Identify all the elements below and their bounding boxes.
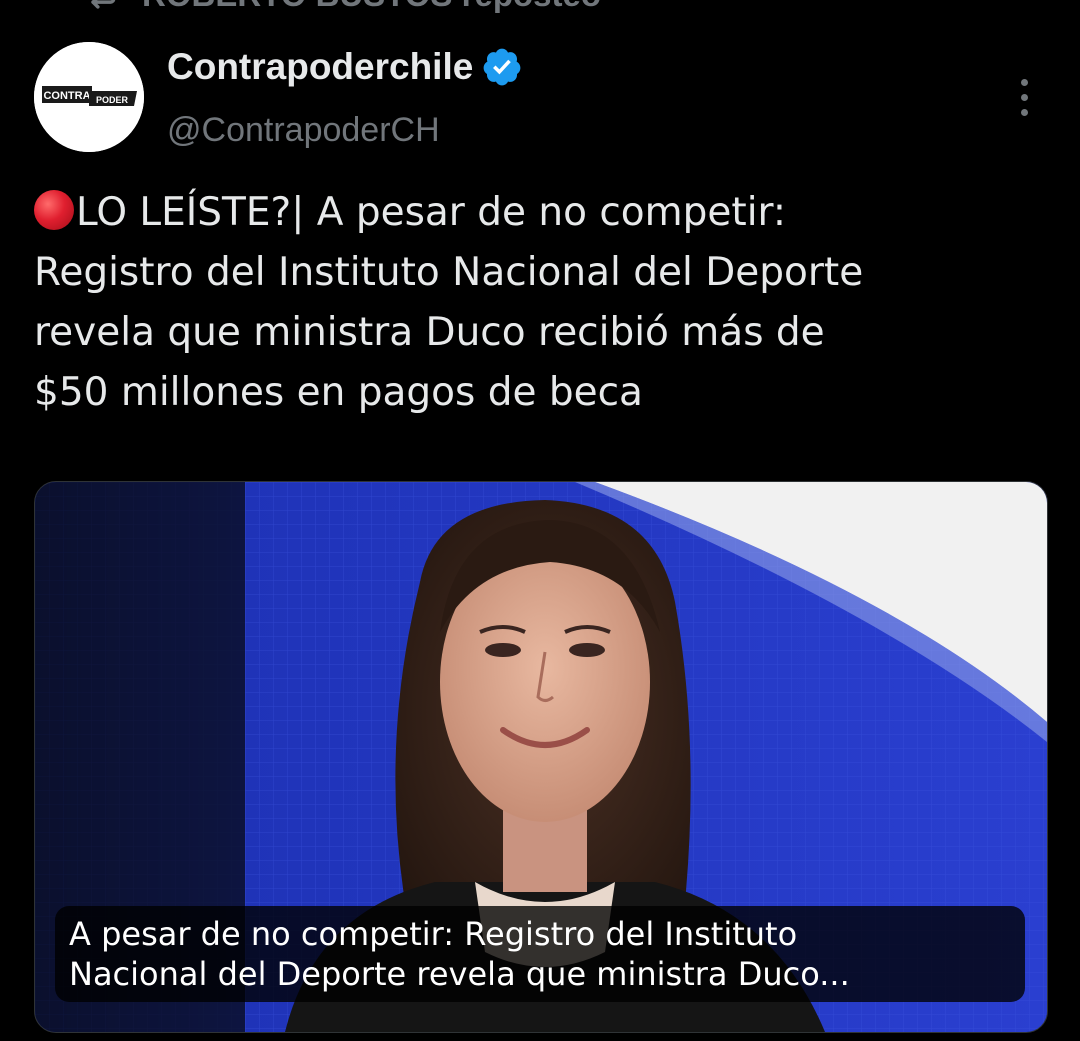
dot xyxy=(1020,78,1028,86)
tweet-line-2: Registro del Instituto Nacional del Depo… xyxy=(34,250,864,295)
logo-word-contra: CONTRA xyxy=(43,90,90,102)
card-caption-line-2: Nacional del Deporte revela que ministra… xyxy=(69,955,850,993)
card-caption[interactable]: A pesar de no competir: Registro del Ins… xyxy=(55,906,1025,1002)
repost-label: ROBERTO BUSTOS reposteó xyxy=(142,0,601,14)
repost-header[interactable]: ROBERTO BUSTOS reposteó xyxy=(82,0,601,14)
author-handle[interactable]: @ContrapoderCH xyxy=(167,111,440,150)
author-name-row[interactable]: Contrapoderchile xyxy=(167,46,523,88)
tweet-line-3: revela que ministra Duco recibió más de xyxy=(34,310,825,355)
avatar[interactable]: CONTRA PODER xyxy=(34,42,144,152)
dot xyxy=(1020,93,1028,101)
tweet-line-4: $50 millones en pagos de beca xyxy=(34,370,643,415)
dot xyxy=(1020,108,1028,116)
repost-icon xyxy=(82,0,120,18)
link-card[interactable]: A pesar de no competir: Registro del Ins… xyxy=(34,481,1048,1033)
logo-word-poder: PODER xyxy=(96,95,129,105)
tweet-line-1: LO LEÍSTE?| A pesar de no competir: xyxy=(34,183,1044,243)
red-circle-icon xyxy=(34,190,74,230)
verified-badge-icon[interactable] xyxy=(481,46,523,88)
card-caption-line-1: A pesar de no competir: Registro del Ins… xyxy=(69,915,798,953)
more-options-button[interactable] xyxy=(1004,72,1044,122)
author-display-name[interactable]: Contrapoderchile xyxy=(167,46,473,88)
tweet-text: LO LEÍSTE?| A pesar de no competir: Regi… xyxy=(34,183,1044,423)
contrapoder-logo: CONTRA PODER xyxy=(34,42,144,152)
